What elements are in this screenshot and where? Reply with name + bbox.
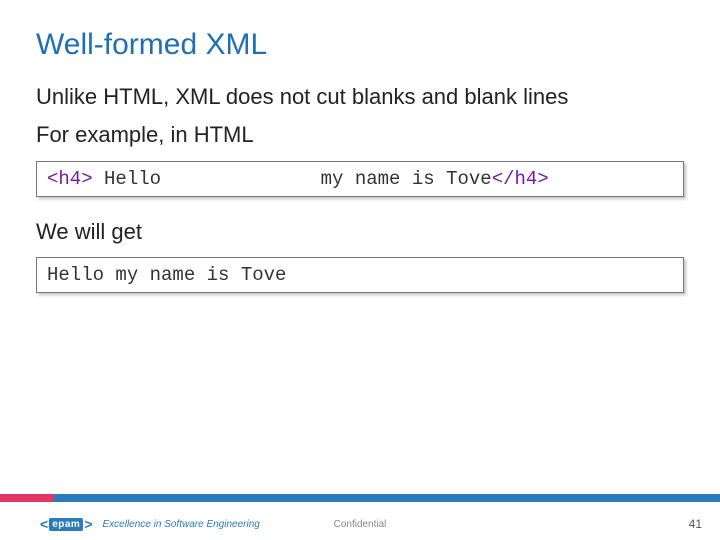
slide-title: Well-formed XML bbox=[36, 28, 684, 62]
paragraph-2: For example, in HTML bbox=[36, 122, 684, 148]
footer-divider bbox=[0, 494, 720, 502]
logo-name: epam bbox=[49, 518, 83, 531]
tag-close: </h4> bbox=[492, 168, 549, 190]
slide: Well-formed XML Unlike HTML, XML does no… bbox=[0, 0, 720, 540]
footer-content: < epam > Excellence in Software Engineer… bbox=[0, 516, 720, 532]
tagline: Excellence in Software Engineering bbox=[103, 519, 260, 530]
code-example-1: <h4> Hello my name is Tove</h4> bbox=[36, 161, 684, 197]
paragraph-1: Unlike HTML, XML does not cut blanks and… bbox=[36, 84, 684, 110]
footer-bar bbox=[54, 494, 720, 502]
code-example-2: Hello my name is Tove bbox=[36, 257, 684, 293]
tag-open: <h4> bbox=[47, 168, 93, 190]
page-number: 41 bbox=[689, 517, 702, 531]
bracket-open-icon: < bbox=[40, 516, 48, 532]
confidential-label: Confidential bbox=[334, 519, 387, 530]
paragraph-3: We will get bbox=[36, 219, 684, 245]
logo: < epam > bbox=[40, 516, 93, 532]
footer-accent bbox=[0, 494, 54, 502]
code-text: Hello my name is Tove bbox=[93, 168, 492, 190]
footer: < epam > Excellence in Software Engineer… bbox=[0, 494, 720, 540]
bracket-close-icon: > bbox=[84, 516, 92, 532]
